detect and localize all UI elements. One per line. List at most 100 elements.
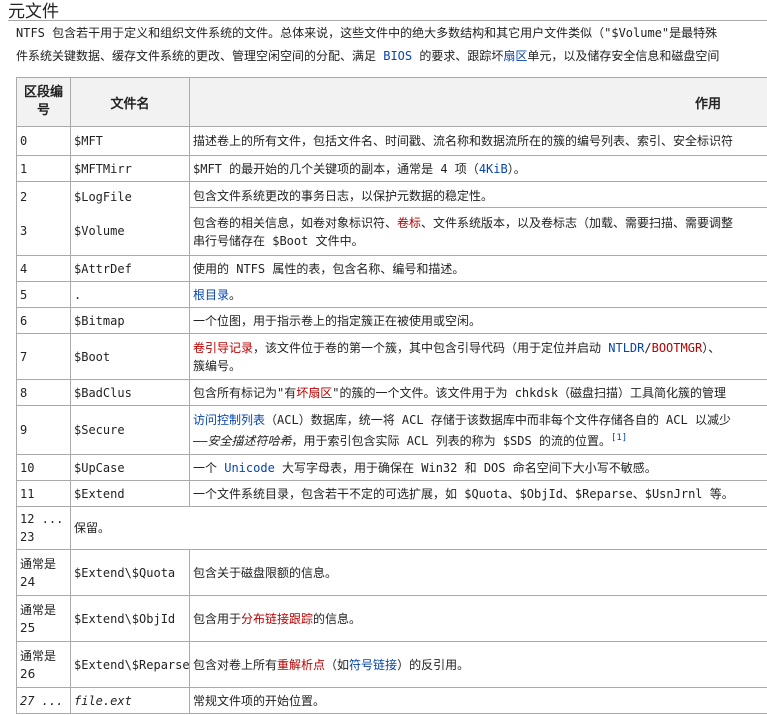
table-row: 6 $Bitmap 一个位图，用于指示卷上的指定簇正在被使用或空闲。: [16, 307, 767, 334]
filename-cell: $Secure: [70, 405, 190, 455]
segment-cell: 通常是 24: [16, 549, 71, 596]
desc-text: 串行号储存在 $Boot 文件中。: [193, 233, 364, 248]
filename-cell: $MFTMirr: [70, 155, 190, 182]
filename-cell: .: [70, 281, 190, 308]
filename-cell: $BadClus: [70, 379, 190, 406]
ntldr-link[interactable]: NTLDR: [608, 341, 644, 355]
table-row: 8 $BadClus 包含所有标记为"有坏扇区"的簇的一个文件。该文件用于为 c…: [16, 379, 767, 406]
desc-text: 包含对卷上所有: [193, 657, 278, 672]
filename-cell: $Extend\$Reparse: [70, 641, 190, 688]
segment-cell: 2: [16, 181, 71, 208]
description-cell: 包含对卷上所有重解析点（如符号链接）的反引用。: [189, 641, 767, 688]
desc-text: 一个: [193, 460, 225, 475]
table-row: 7 $Boot 卷引导记录，该文件位于卷的第一个簇，其中包含引导代码（用于定位并…: [16, 333, 767, 380]
desc-text: 包含用于: [193, 611, 242, 626]
distributed-link-tracking-link[interactable]: 分布链接跟踪: [241, 612, 313, 626]
table-row: 9 $Secure 访问控制列表（ACL）数据库，统一将 ACL 存储于该数据库…: [16, 405, 767, 455]
heading-divider: [8, 20, 767, 21]
header-segment-number: 区段编号: [16, 77, 71, 127]
acl-link[interactable]: 访问控制列表: [193, 413, 265, 427]
filename-cell: $UpCase: [70, 454, 190, 481]
segment-cell: 4: [16, 255, 71, 282]
segment-cell: 通常是 25: [16, 595, 71, 642]
segment-cell: 12 ... 23: [16, 506, 71, 550]
reference-link[interactable]: [1]: [611, 433, 627, 443]
reserved-cell: 保留。: [70, 506, 767, 550]
section-heading: 元文件: [8, 2, 59, 22]
table-row: 27 ... file.ext 常规文件项的开始位置。: [16, 687, 767, 714]
desc-text: （ACL）数据库，统一将 ACL 存储于该数据库中而非每个文件存储各自的 ACL…: [265, 412, 731, 427]
filename-cell: $AttrDef: [70, 255, 190, 282]
segment-cell: 8: [16, 379, 71, 406]
intro-text: 单元，以及储存安全信息和磁盘空间: [527, 49, 720, 63]
table-row: 11 $Extend 一个文件系统目录，包含若干不定的可选扩展，如 $Quota…: [16, 480, 767, 507]
description-cell: 使用的 NTFS 属性的表，包含名称、编号和描述。: [189, 255, 767, 282]
filename-cell: $Extend: [70, 480, 190, 507]
desc-text: ）、: [702, 340, 721, 355]
table-row: 2 $LogFile 包含文件系统更改的事务日志，以保护元数据的稳定性。: [16, 181, 767, 208]
desc-text: 包含卷的相关信息，如卷对象标识符、: [193, 215, 398, 230]
desc-text: ，用于索引包含实际 ACL 列表的称为 $SDS 的流的位置。: [291, 433, 611, 448]
description-cell: 包含用于分布链接跟踪的信息。: [189, 595, 767, 642]
description-cell: 根目录。: [189, 281, 767, 308]
sector-link[interactable]: 扇区: [503, 49, 527, 63]
filename-cell: $Bitmap: [70, 307, 190, 334]
filename-cell: file.ext: [70, 687, 190, 714]
description-cell: 包含卷的相关信息，如卷对象标识符、卷标、文件系统版本，以及卷标志（加载、需要扫描…: [189, 207, 767, 256]
desc-text: 、文件系统版本，以及卷标志（加载、需要扫描、需要调整: [421, 215, 734, 230]
desc-text: 包含所有标记为"有: [193, 385, 297, 400]
description-cell: $MFT 的最开始的几个关键项的副本，通常是 4 项（4KiB）。: [189, 155, 767, 182]
desc-italic: 安全描述符哈希: [207, 433, 292, 448]
segment-cell: 6: [16, 307, 71, 334]
desc-text: （如: [325, 657, 350, 672]
desc-text: ）。: [507, 161, 526, 176]
segment-cell: 0: [16, 126, 71, 156]
description-cell: 访问控制列表（ACL）数据库，统一将 ACL 存储于该数据库中而非每个文件存储各…: [189, 405, 767, 455]
description-cell: 一个 Unicode 大写字母表，用于确保在 Win32 和 DOS 命名空间下…: [189, 454, 767, 481]
description-cell: 一个位图，用于指示卷上的指定簇正在被使用或空闲。: [189, 307, 767, 334]
table-row: 3 $Volume 包含卷的相关信息，如卷对象标识符、卷标、文件系统版本，以及卷…: [16, 207, 767, 256]
table-row: 1 $MFTMirr $MFT 的最开始的几个关键项的副本，通常是 4 项（4K…: [16, 155, 767, 182]
desc-text: ）的反引用。: [397, 657, 470, 672]
intro-line-1: NTFS 包含若干用于定义和组织文件系统的文件。总体来说，这些文件中的绝大多数结…: [16, 26, 718, 40]
segment-cell: 10: [16, 454, 71, 481]
segment-cell: 27 ...: [16, 687, 71, 714]
segment-cell: 3: [16, 207, 71, 256]
header-purpose: 作用: [189, 77, 767, 127]
table-row: 0 $MFT 描述卷上的所有文件，包括文件名、时间戳、流名称和数据流所在的簇的编…: [16, 126, 767, 156]
table-row: 12 ... 23 保留。: [16, 506, 767, 550]
intro-line-2: 件系统关键数据、缓存文件系统的更改、管理空闲空间的分配、满足 BIOS 的要求、…: [16, 48, 719, 64]
description-cell: 包含文件系统更改的事务日志，以保护元数据的稳定性。: [189, 181, 767, 208]
segment-cell: 1: [16, 155, 71, 182]
desc-text: /: [644, 340, 652, 355]
desc-text: $MFT 的最开始的几个关键项的副本，通常是 4 项（: [193, 161, 479, 176]
description-cell: 卷引导记录，该文件位于卷的第一个簇，其中包含引导代码（用于定位并启动 NTLDR…: [189, 333, 767, 380]
segment-cell: 5: [16, 281, 71, 308]
desc-text: 大写字母表，用于确保在 Win32 和 DOS 命名空间下大小写不敏感。: [274, 460, 657, 475]
bootmgr-link[interactable]: BOOTMGR: [652, 341, 703, 355]
filename-cell: $Volume: [70, 207, 190, 256]
desc-text: ——: [193, 433, 208, 448]
desc-text: 。: [229, 287, 242, 302]
reparse-point-link[interactable]: 重解析点: [277, 658, 325, 672]
symbolic-link-link[interactable]: 符号链接: [349, 658, 397, 672]
description-cell: 一个文件系统目录，包含若干不定的可选扩展，如 $Quota、$ObjId、$Re…: [189, 480, 767, 507]
root-directory-link[interactable]: 根目录: [193, 288, 229, 302]
bios-link[interactable]: BIOS: [383, 49, 412, 63]
table-row: 通常是 24 $Extend\$Quota 包含关于磁盘限额的信息。: [16, 549, 767, 596]
filename-cell: $Extend\$Quota: [70, 549, 190, 596]
desc-text: ，该文件位于卷的第一个簇，其中包含引导代码（用于定位并启动: [253, 340, 609, 355]
segment-cell: 11: [16, 480, 71, 507]
table-row: 4 $AttrDef 使用的 NTFS 属性的表，包含名称、编号和描述。: [16, 255, 767, 282]
desc-text: 簇编号。: [193, 358, 242, 373]
intro-text: 件系统关键数据、缓存文件系统的更改、管理空闲空间的分配、满足: [16, 49, 384, 63]
volume-boot-record-link[interactable]: 卷引导记录: [193, 341, 253, 355]
filename-cell: $Extend\$ObjId: [70, 595, 190, 642]
bad-sector-link[interactable]: 坏扇区: [296, 386, 332, 400]
table-row: 通常是 26 $Extend\$Reparse 包含对卷上所有重解析点（如符号链…: [16, 641, 767, 688]
kib-link[interactable]: 4KiB: [479, 162, 508, 176]
unicode-link[interactable]: Unicode: [224, 461, 275, 475]
volume-label-link[interactable]: 卷标: [397, 216, 421, 230]
filename-cell: $LogFile: [70, 181, 190, 208]
desc-text: 的信息。: [313, 611, 362, 626]
